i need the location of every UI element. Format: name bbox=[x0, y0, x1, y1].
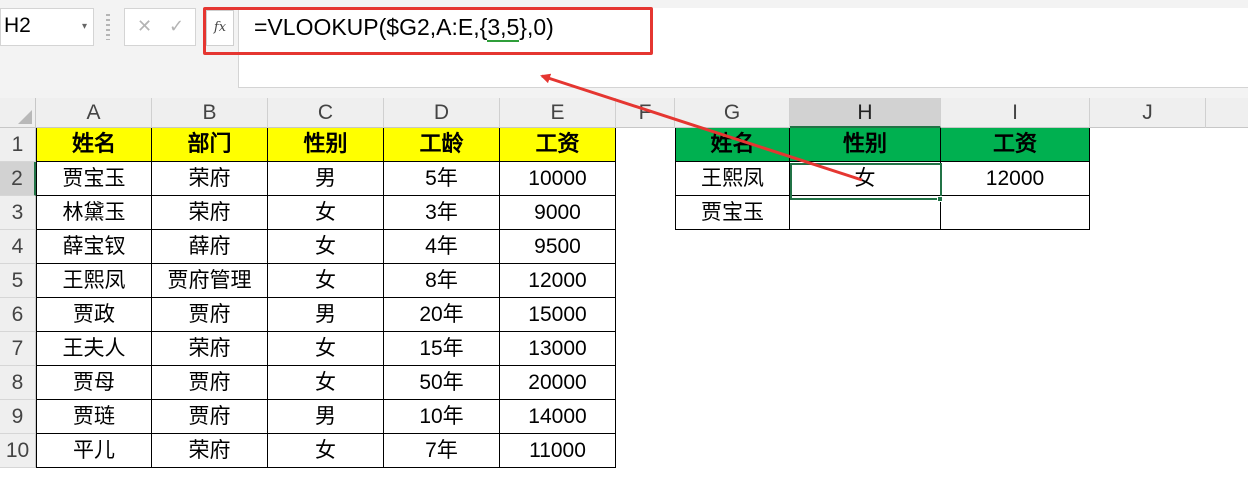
column-header-j[interactable]: J bbox=[1090, 98, 1206, 128]
name-box[interactable]: H2 ▾ bbox=[0, 8, 94, 46]
table1-cell[interactable]: 荣府 bbox=[152, 434, 268, 468]
table2-cell[interactable]: 12000 bbox=[941, 162, 1090, 196]
row-header-3[interactable]: 3 bbox=[0, 196, 36, 230]
table1-cell[interactable]: 贾府 bbox=[152, 400, 268, 434]
table1-cell[interactable]: 贾宝玉 bbox=[36, 162, 152, 196]
table1-cell[interactable]: 4年 bbox=[384, 230, 500, 264]
table1-cell[interactable]: 14000 bbox=[500, 400, 616, 434]
table1-cell[interactable]: 贾母 bbox=[36, 366, 152, 400]
table1-cell[interactable]: 15000 bbox=[500, 298, 616, 332]
table1-cell[interactable]: 7年 bbox=[384, 434, 500, 468]
table1-cell[interactable]: 荣府 bbox=[152, 162, 268, 196]
formula-buttons: ✕ ✓ bbox=[124, 8, 196, 46]
table2-cell[interactable]: 贾宝玉 bbox=[675, 196, 790, 230]
column-header-e[interactable]: E bbox=[500, 98, 616, 128]
row-header-5[interactable]: 5 bbox=[0, 264, 36, 298]
table1-header-cell[interactable]: 部门 bbox=[152, 128, 268, 162]
table1-cell[interactable]: 5年 bbox=[384, 162, 500, 196]
table1-cell[interactable]: 8年 bbox=[384, 264, 500, 298]
table1-cell[interactable]: 贾府 bbox=[152, 298, 268, 332]
column-header-h[interactable]: H bbox=[790, 98, 941, 128]
table1-header-cell[interactable]: 性别 bbox=[268, 128, 384, 162]
table1-cell[interactable]: 女 bbox=[268, 264, 384, 298]
select-all-corner[interactable] bbox=[0, 98, 36, 128]
table1-cell[interactable]: 王熙凤 bbox=[36, 264, 152, 298]
row-header-10[interactable]: 10 bbox=[0, 434, 36, 468]
row-header-9[interactable]: 9 bbox=[0, 400, 36, 434]
splitter-handle[interactable] bbox=[106, 14, 110, 40]
table1-cell[interactable]: 女 bbox=[268, 366, 384, 400]
table2-cell[interactable]: 王熙凤 bbox=[675, 162, 790, 196]
row-header-1[interactable]: 1 bbox=[0, 128, 36, 162]
table2-header-cell[interactable]: 性别 bbox=[790, 128, 941, 162]
enter-icon[interactable]: ✓ bbox=[169, 16, 184, 37]
table1-cell[interactable]: 10000 bbox=[500, 162, 616, 196]
active-cell-border bbox=[790, 163, 942, 200]
table1-cell[interactable]: 50年 bbox=[384, 366, 500, 400]
table1-cell[interactable]: 贾府 bbox=[152, 366, 268, 400]
table1-cell[interactable]: 平儿 bbox=[36, 434, 152, 468]
column-header-d[interactable]: D bbox=[384, 98, 500, 128]
table1-cell[interactable]: 女 bbox=[268, 434, 384, 468]
column-header-f[interactable]: F bbox=[616, 98, 675, 128]
table1-header-cell[interactable]: 姓名 bbox=[36, 128, 152, 162]
row-header-8[interactable]: 8 bbox=[0, 366, 36, 400]
table1-cell[interactable]: 贾政 bbox=[36, 298, 152, 332]
table1-cell[interactable]: 薛府 bbox=[152, 230, 268, 264]
table1-cell[interactable]: 荣府 bbox=[152, 196, 268, 230]
table1-cell[interactable]: 11000 bbox=[500, 434, 616, 468]
table1-cell[interactable]: 15年 bbox=[384, 332, 500, 366]
table2-header-cell[interactable]: 工资 bbox=[941, 128, 1090, 162]
table1-cell[interactable]: 9500 bbox=[500, 230, 616, 264]
name-box-value: H2 bbox=[4, 14, 31, 37]
table1-cell[interactable]: 贾府管理 bbox=[152, 264, 268, 298]
table1-cell[interactable]: 王夫人 bbox=[36, 332, 152, 366]
column-header-c[interactable]: C bbox=[268, 98, 384, 128]
column-header-i[interactable]: I bbox=[941, 98, 1090, 128]
column-header-g[interactable]: G bbox=[675, 98, 790, 128]
table1-cell[interactable]: 荣府 bbox=[152, 332, 268, 366]
table2-header-cell[interactable]: 姓名 bbox=[675, 128, 790, 162]
row-header-7[interactable]: 7 bbox=[0, 332, 36, 366]
name-box-dropdown-icon[interactable]: ▾ bbox=[82, 21, 87, 32]
table1-cell[interactable]: 20000 bbox=[500, 366, 616, 400]
select-all-icon bbox=[18, 110, 32, 124]
row-header-4[interactable]: 4 bbox=[0, 230, 36, 264]
fill-handle[interactable] bbox=[937, 196, 943, 202]
table1-cell[interactable]: 12000 bbox=[500, 264, 616, 298]
table1-cell[interactable]: 女 bbox=[268, 196, 384, 230]
table1-cell[interactable]: 女 bbox=[268, 230, 384, 264]
table1-cell[interactable]: 3年 bbox=[384, 196, 500, 230]
table1-cell[interactable]: 贾琏 bbox=[36, 400, 152, 434]
table1-cell[interactable]: 男 bbox=[268, 400, 384, 434]
column-header-b[interactable]: B bbox=[152, 98, 268, 128]
row-header-2[interactable]: 2 bbox=[0, 162, 36, 196]
row-header-6[interactable]: 6 bbox=[0, 298, 36, 332]
table1-cell[interactable]: 男 bbox=[268, 162, 384, 196]
table1-cell[interactable]: 13000 bbox=[500, 332, 616, 366]
table1-cell[interactable]: 女 bbox=[268, 332, 384, 366]
table2-cell[interactable] bbox=[941, 196, 1090, 230]
table1-header-cell[interactable]: 工资 bbox=[500, 128, 616, 162]
table2-cell[interactable] bbox=[790, 196, 941, 230]
cancel-icon[interactable]: ✕ bbox=[137, 16, 152, 37]
table1-cell[interactable]: 10年 bbox=[384, 400, 500, 434]
column-header-a[interactable]: A bbox=[36, 98, 152, 128]
table1-cell[interactable]: 林黛玉 bbox=[36, 196, 152, 230]
table1-header-cell[interactable]: 工龄 bbox=[384, 128, 500, 162]
table1-cell[interactable]: 20年 bbox=[384, 298, 500, 332]
table1-cell[interactable]: 9000 bbox=[500, 196, 616, 230]
table1-cell[interactable]: 薛宝钗 bbox=[36, 230, 152, 264]
table1-cell[interactable]: 男 bbox=[268, 298, 384, 332]
formula-highlight-box bbox=[203, 7, 653, 55]
